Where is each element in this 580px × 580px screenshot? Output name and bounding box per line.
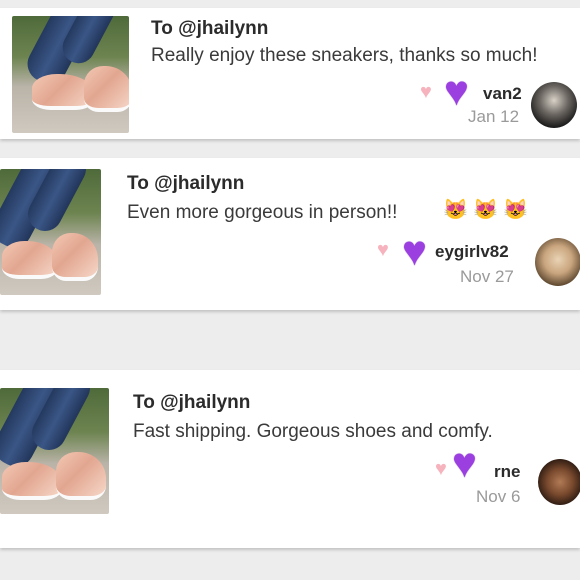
product-thumbnail[interactable] [0,388,109,514]
commenter-username[interactable]: eygirlv82 [435,242,509,262]
comment-date: Nov 27 [460,267,514,286]
purple-heart-icon: ♥ [444,67,469,114]
recipient-line: To @jhailynn [133,392,251,413]
recipient-line: To @jhailynn [127,173,245,194]
comment-date: Jan 12 [468,107,520,126]
purple-heart-icon: ♥ [402,227,427,274]
commenter-username[interactable]: van2 [483,84,522,104]
comment-text: Even more gorgeous in person!! [127,202,398,223]
purple-heart-icon: ♥ [452,439,477,486]
comment-card: To @jhailynn Fast shipping. Gorgeous sho… [0,370,580,548]
avatar[interactable] [538,459,580,505]
comment-text: Fast shipping. Gorgeous shoes and comfy. [133,421,493,442]
heart-icon[interactable]: ♥ [435,459,447,479]
comment-date: Nov 6 [476,487,521,506]
commenter-username[interactable]: rne [494,462,520,482]
comment-card: To @jhailynn Really enjoy these sneakers… [0,8,580,139]
comment-text: Really enjoy these sneakers, thanks so m… [151,45,538,66]
heart-icon[interactable]: ♥ [377,240,389,260]
heart-eyes-cat-emoji: 😻 [503,199,528,221]
heart-eyes-cat-emoji: 😻 [473,199,498,221]
product-thumbnail[interactable] [12,16,129,133]
avatar[interactable] [535,238,580,286]
avatar[interactable] [531,82,577,128]
heart-eyes-cat-emoji: 😻 [443,199,468,221]
comment-card: To @jhailynn Even more gorgeous in perso… [0,158,580,310]
recipient-line: To @jhailynn [151,18,269,39]
heart-icon[interactable]: ♥ [420,82,432,102]
product-thumbnail[interactable] [0,169,101,295]
